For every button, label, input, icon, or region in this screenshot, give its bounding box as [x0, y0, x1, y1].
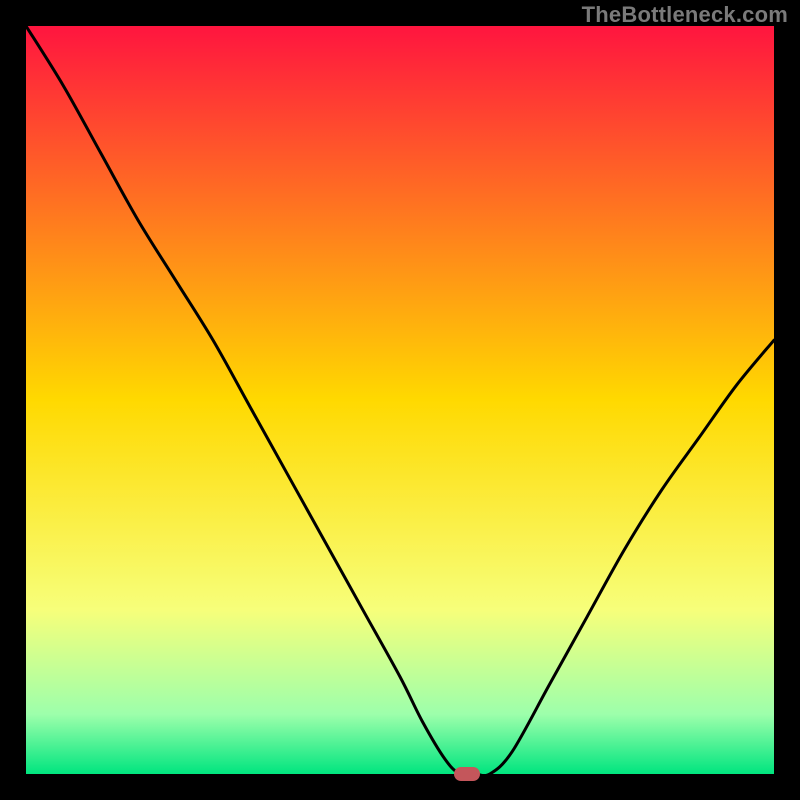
chart-svg [26, 26, 774, 774]
minimum-marker [454, 767, 480, 781]
chart-frame: TheBottleneck.com [0, 0, 800, 800]
plot-area-wrap [26, 26, 774, 774]
gradient-background [26, 26, 774, 774]
watermark-text: TheBottleneck.com [582, 2, 788, 28]
